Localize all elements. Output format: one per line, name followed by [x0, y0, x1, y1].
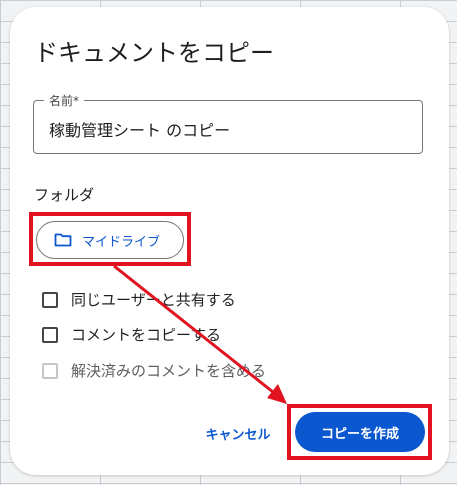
share-checkbox-label: 同じユーザーと共有する: [71, 291, 236, 309]
copy-comments-checkbox[interactable]: [42, 326, 58, 343]
folder-section-label: フォルダ: [34, 186, 95, 204]
name-field[interactable]: 名前* 稼動管理シート のコピー: [33, 92, 423, 154]
folder-picker-button[interactable]: マイドライブ: [36, 221, 184, 259]
option-share-same-users[interactable]: 同じユーザーと共有する: [42, 289, 236, 310]
share-checkbox[interactable]: [42, 291, 58, 308]
folder-picker-label: マイドライブ: [82, 234, 161, 250]
option-copy-comments[interactable]: コメントをコピーする: [42, 324, 221, 345]
name-field-label: 名前*: [44, 92, 85, 109]
name-field-value[interactable]: 稼動管理シート のコピー: [49, 117, 230, 141]
dialog-title: ドキュメントをコピー: [34, 39, 274, 67]
copy-comments-checkbox-label: コメントをコピーする: [71, 326, 222, 344]
cancel-button[interactable]: キャンセル: [196, 415, 280, 451]
copy-document-dialog: ドキュメントをコピー 名前* 稼動管理シート のコピー フォルダ マイドライブ …: [10, 7, 449, 475]
folder-icon: [54, 233, 72, 247]
include-resolved-checkbox-label: 解決済みのコメントを含める: [71, 362, 267, 380]
make-copy-button[interactable]: コピーを作成: [295, 412, 425, 452]
option-include-resolved-comments: 解決済みのコメントを含める: [42, 360, 266, 381]
include-resolved-checkbox: [42, 362, 58, 379]
